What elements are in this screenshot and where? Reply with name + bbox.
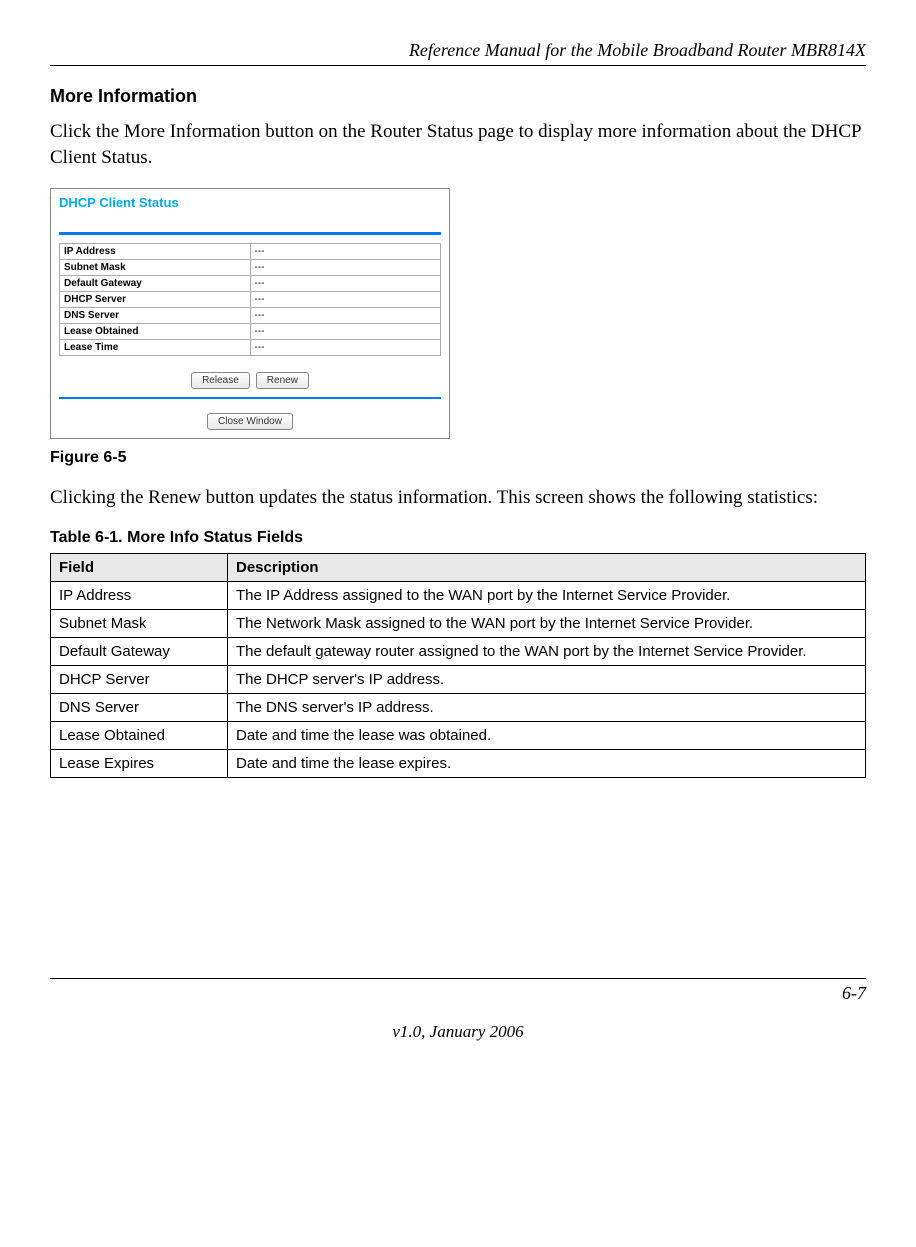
desc-cell: Date and time the lease expires. (228, 749, 866, 777)
field-cell: Subnet Mask (51, 609, 228, 637)
table-row: DHCP Server--- (60, 292, 441, 308)
row-label: DHCP Server (60, 292, 251, 308)
table-row: Default Gateway--- (60, 276, 441, 292)
row-value: --- (250, 292, 441, 308)
field-cell: DHCP Server (51, 665, 228, 693)
divider (59, 397, 441, 399)
table-row: Subnet Mask--- (60, 260, 441, 276)
row-value: --- (250, 244, 441, 260)
row-label: Subnet Mask (60, 260, 251, 276)
row-label: Lease Time (60, 340, 251, 356)
info-table: Field Description IP AddressThe IP Addre… (50, 553, 866, 778)
desc-cell: The Network Mask assigned to the WAN por… (228, 609, 866, 637)
field-cell: Lease Expires (51, 749, 228, 777)
version-text: v1.0, January 2006 (50, 1022, 866, 1042)
table-row: Default GatewayThe default gateway route… (51, 637, 866, 665)
table-row: Subnet MaskThe Network Mask assigned to … (51, 609, 866, 637)
desc-cell: The default gateway router assigned to t… (228, 637, 866, 665)
row-value: --- (250, 308, 441, 324)
page-number: 6-7 (50, 978, 866, 1004)
row-label: Default Gateway (60, 276, 251, 292)
section-heading: More Information (50, 86, 866, 107)
field-cell: DNS Server (51, 693, 228, 721)
table-row: IP AddressThe IP Address assigned to the… (51, 581, 866, 609)
table-row: Lease ObtainedDate and time the lease wa… (51, 721, 866, 749)
intro-paragraph: Click the More Information button on the… (50, 119, 866, 170)
table-caption: Table 6-1. More Info Status Fields (50, 529, 866, 547)
desc-cell: The IP Address assigned to the WAN port … (228, 581, 866, 609)
field-cell: IP Address (51, 581, 228, 609)
table-row: DHCP ServerThe DHCP server's IP address. (51, 665, 866, 693)
dhcp-status-table: IP Address--- Subnet Mask--- Default Gat… (59, 243, 441, 356)
row-label: IP Address (60, 244, 251, 260)
page-header: Reference Manual for the Mobile Broadban… (50, 40, 866, 66)
field-cell: Default Gateway (51, 637, 228, 665)
table-row: Lease Obtained--- (60, 324, 441, 340)
release-button[interactable]: Release (191, 372, 250, 389)
row-value: --- (250, 340, 441, 356)
desc-cell: Date and time the lease was obtained. (228, 721, 866, 749)
row-value: --- (250, 260, 441, 276)
renew-button[interactable]: Renew (256, 372, 309, 389)
header-description: Description (228, 553, 866, 581)
table-row: DNS Server--- (60, 308, 441, 324)
table-row: Lease ExpiresDate and time the lease exp… (51, 749, 866, 777)
field-cell: Lease Obtained (51, 721, 228, 749)
table-row: IP Address--- (60, 244, 441, 260)
header-row: Field Description (51, 553, 866, 581)
dhcp-screenshot: DHCP Client Status IP Address--- Subnet … (50, 188, 450, 439)
desc-cell: The DNS server's IP address. (228, 693, 866, 721)
screenshot-title: DHCP Client Status (51, 189, 449, 214)
row-value: --- (250, 276, 441, 292)
close-window-button[interactable]: Close Window (207, 413, 293, 430)
row-label: Lease Obtained (60, 324, 251, 340)
row-value: --- (250, 324, 441, 340)
header-field: Field (51, 553, 228, 581)
table-row: Lease Time--- (60, 340, 441, 356)
row-label: DNS Server (60, 308, 251, 324)
divider (59, 232, 441, 235)
table-row: DNS ServerThe DNS server's IP address. (51, 693, 866, 721)
desc-cell: The DHCP server's IP address. (228, 665, 866, 693)
figure-label: Figure 6-5 (50, 449, 866, 467)
paragraph-2: Clicking the Renew button updates the st… (50, 485, 866, 511)
